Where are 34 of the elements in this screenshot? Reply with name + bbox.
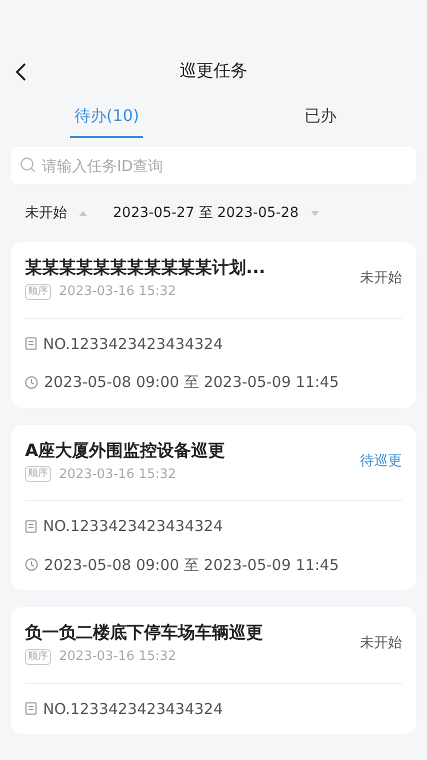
back-icon[interactable]	[15, 62, 27, 82]
order-tag: 顺序	[25, 466, 51, 482]
clock-icon	[25, 558, 38, 572]
created-time: 2023-03-16 15:32	[59, 648, 176, 666]
caret-down-icon	[310, 210, 319, 216]
task-title: 某某某某某某某某某某某计划...	[25, 257, 266, 280]
document-icon	[25, 520, 37, 533]
order-tag: 顺序	[25, 648, 51, 665]
tab[interactable]: 已办	[214, 96, 427, 140]
task-status: 待巡更	[360, 452, 402, 470]
created-time: 2023-03-16 15:32	[59, 283, 176, 301]
task-title: 负一负二楼底下停车场车辆巡更	[25, 622, 263, 645]
filter-dropdown[interactable]: 2023-05-27 至 2023-05-28	[113, 202, 319, 224]
clock-icon	[25, 376, 38, 389]
task-card[interactable]: 负一负二楼底下停车场车辆巡更 顺序 2023-03-16 15:32 未开始 NO.1233423423434324	[11, 607, 416, 734]
task-time: 2023-05-08 09:00 至 2023-05-09 11:45	[44, 554, 339, 576]
search-field[interactable]: 请输入任务ID查询	[11, 147, 416, 184]
task-number: NO.1233423423434324	[43, 516, 223, 537]
task-status: 未开始	[360, 269, 402, 288]
task-status: 未开始	[360, 634, 402, 653]
task-card[interactable]: 某某某某某某某某某某某计划... 顺序 2023-03-16 15:32 未开始 NO.1233423423434324 2023-05-08 09:00 至 2023-05-09 11:45	[11, 242, 416, 408]
order-tag: 顺序	[25, 284, 51, 300]
document-icon	[25, 702, 37, 716]
caret-up-icon	[79, 210, 87, 216]
created-time: 2023-03-16 15:32	[59, 466, 176, 484]
task-time: 2023-05-08 09:00 至 2023-05-09 11:45	[44, 372, 339, 393]
filter-dropdown[interactable]: 未开始	[25, 202, 87, 224]
task-title: A座大厦外围监控设备巡更	[25, 440, 226, 462]
task-number: NO.1233423423434324	[43, 698, 223, 720]
page-title: 巡更任务	[180, 60, 248, 84]
search-icon	[20, 157, 36, 173]
task-card[interactable]: A座大厦外围监控设备巡更 顺序 2023-03-16 15:32 待巡更 NO.1233423423434324 2023-05-08 09:00 至 2023-05-09 11:45	[11, 424, 416, 590]
task-number: NO.1233423423434324	[43, 334, 223, 354]
document-icon	[25, 337, 37, 350]
